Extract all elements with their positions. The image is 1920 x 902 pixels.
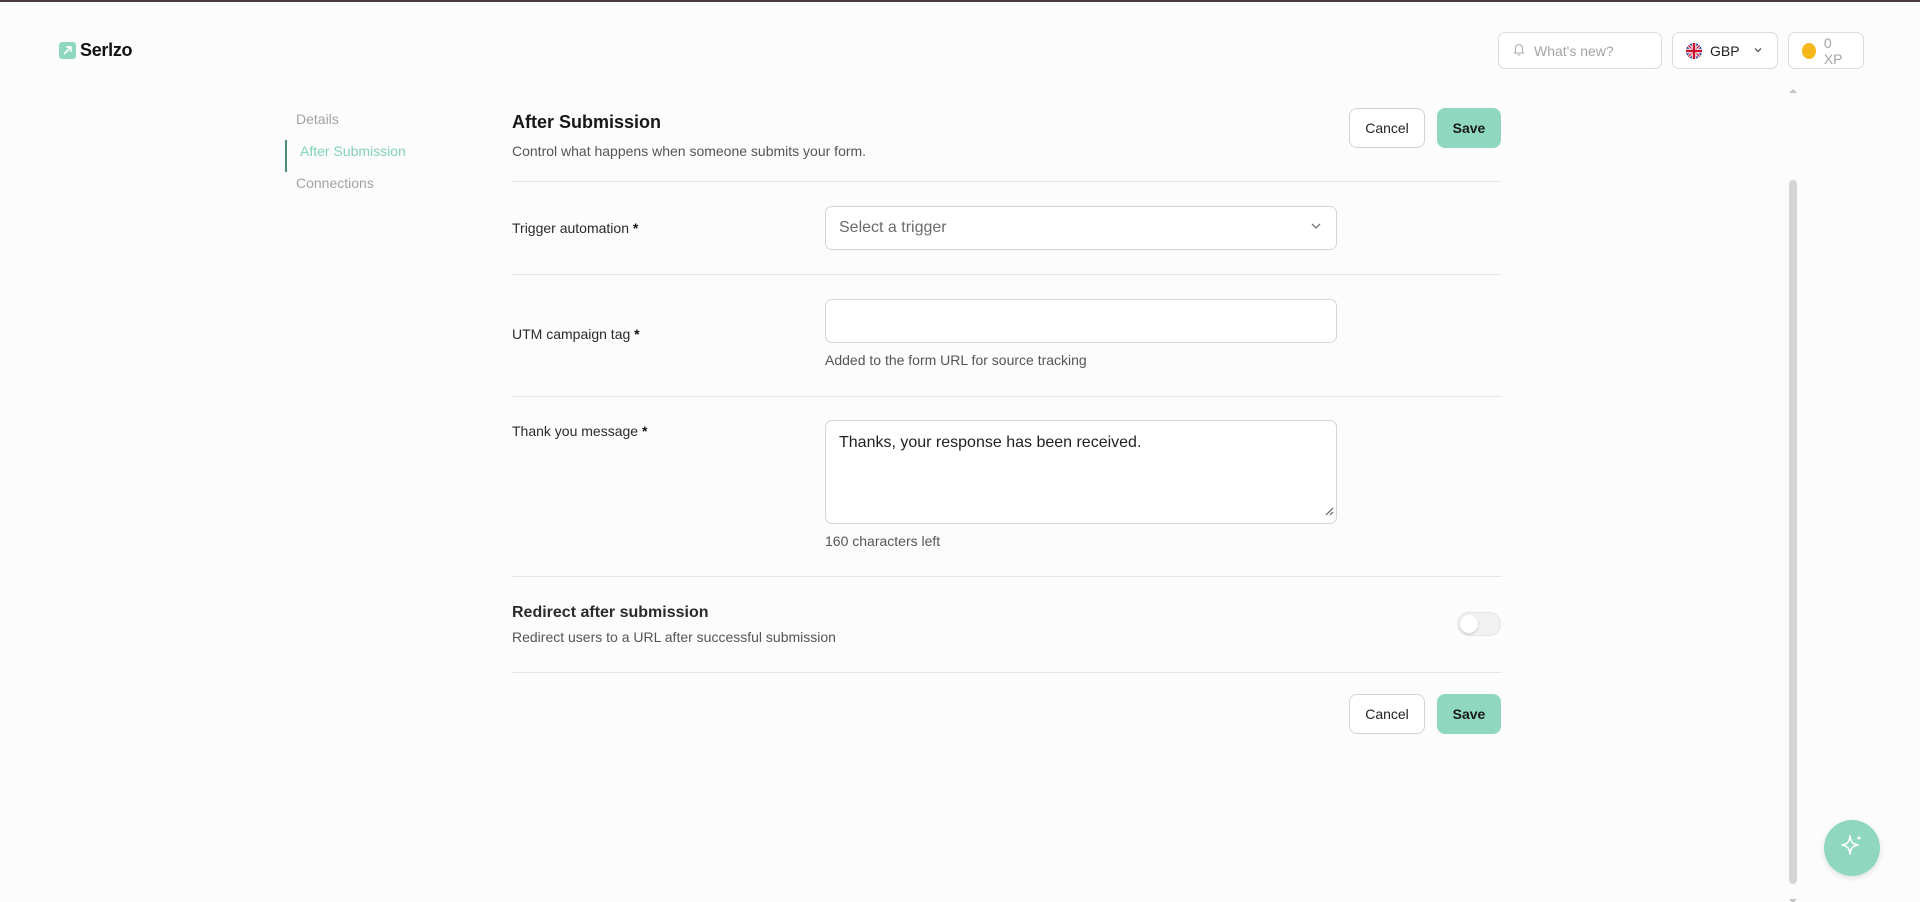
cancel-button[interactable]: Cancel [1349,694,1425,734]
sparkle-icon [1838,832,1866,865]
save-button[interactable]: Save [1437,108,1501,148]
brand-name: Serlzo [80,40,133,60]
sidebar-item-details[interactable]: Details [284,108,444,140]
whats-new-label: What's new? [1534,42,1614,59]
header-actions: What's new? GBP 0 XP [1498,32,1864,69]
redirect-title: Redirect after submission [512,604,709,621]
page-subtitle: Control what happens when someone submit… [512,143,867,159]
thank-you-text: Thanks, your response has been received. [839,434,1142,451]
redirect-toggle[interactable] [1457,612,1501,636]
currency-select[interactable]: GBP [1672,32,1778,69]
character-counter: 160 characters left [825,533,941,549]
xp-label: 0 XP [1823,34,1843,67]
scrollbar-thumb[interactable] [1789,180,1797,884]
utm-hint: Added to the form URL for source trackin… [825,352,1087,368]
settings-sidebar: Details After Submission Connections [284,108,444,204]
sidebar-item-connections[interactable]: Connections [284,172,444,204]
utm-campaign-label: UTM campaign tag * [512,326,640,342]
ai-assistant-button[interactable] [1824,820,1880,876]
top-actions: Cancel Save [1349,108,1501,148]
thank-you-label: Thank you message * [512,423,648,439]
divider [512,672,1501,673]
scroll-down-arrow-icon[interactable] [1787,892,1799,902]
sidebar-item-after-submission[interactable]: After Submission [285,140,444,172]
utm-campaign-input[interactable] [825,299,1337,343]
chevron-down-icon [1309,219,1323,238]
chevron-down-icon [1752,43,1764,59]
uk-flag-icon [1686,42,1702,59]
window-top-border [0,0,1920,2]
divider [512,181,1501,182]
trigger-select-placeholder: Select a trigger [839,219,947,236]
thank-you-textarea[interactable]: Thanks, your response has been received. [825,420,1337,524]
xp-badge[interactable]: 0 XP [1788,32,1864,69]
bell-icon [1512,42,1526,59]
divider [512,576,1501,577]
cancel-button[interactable]: Cancel [1349,108,1425,148]
save-button[interactable]: Save [1437,694,1501,734]
toggle-knob [1460,615,1478,633]
divider [512,274,1501,275]
whats-new-button[interactable]: What's new? [1498,32,1662,69]
currency-label: GBP [1710,42,1740,59]
logo-icon [59,42,76,59]
brand-logo[interactable]: Serlzo [59,40,133,61]
divider [512,396,1501,397]
scroll-up-arrow-icon[interactable] [1787,82,1799,100]
trigger-automation-label: Trigger automation * [512,220,639,236]
coin-icon [1802,42,1816,59]
page-title: After Submission [512,112,662,132]
bottom-actions: Cancel Save [1349,694,1501,734]
resize-handle-icon[interactable] [1324,503,1334,521]
redirect-subtitle: Redirect users to a URL after successful… [512,629,836,645]
trigger-select[interactable]: Select a trigger [825,206,1337,250]
